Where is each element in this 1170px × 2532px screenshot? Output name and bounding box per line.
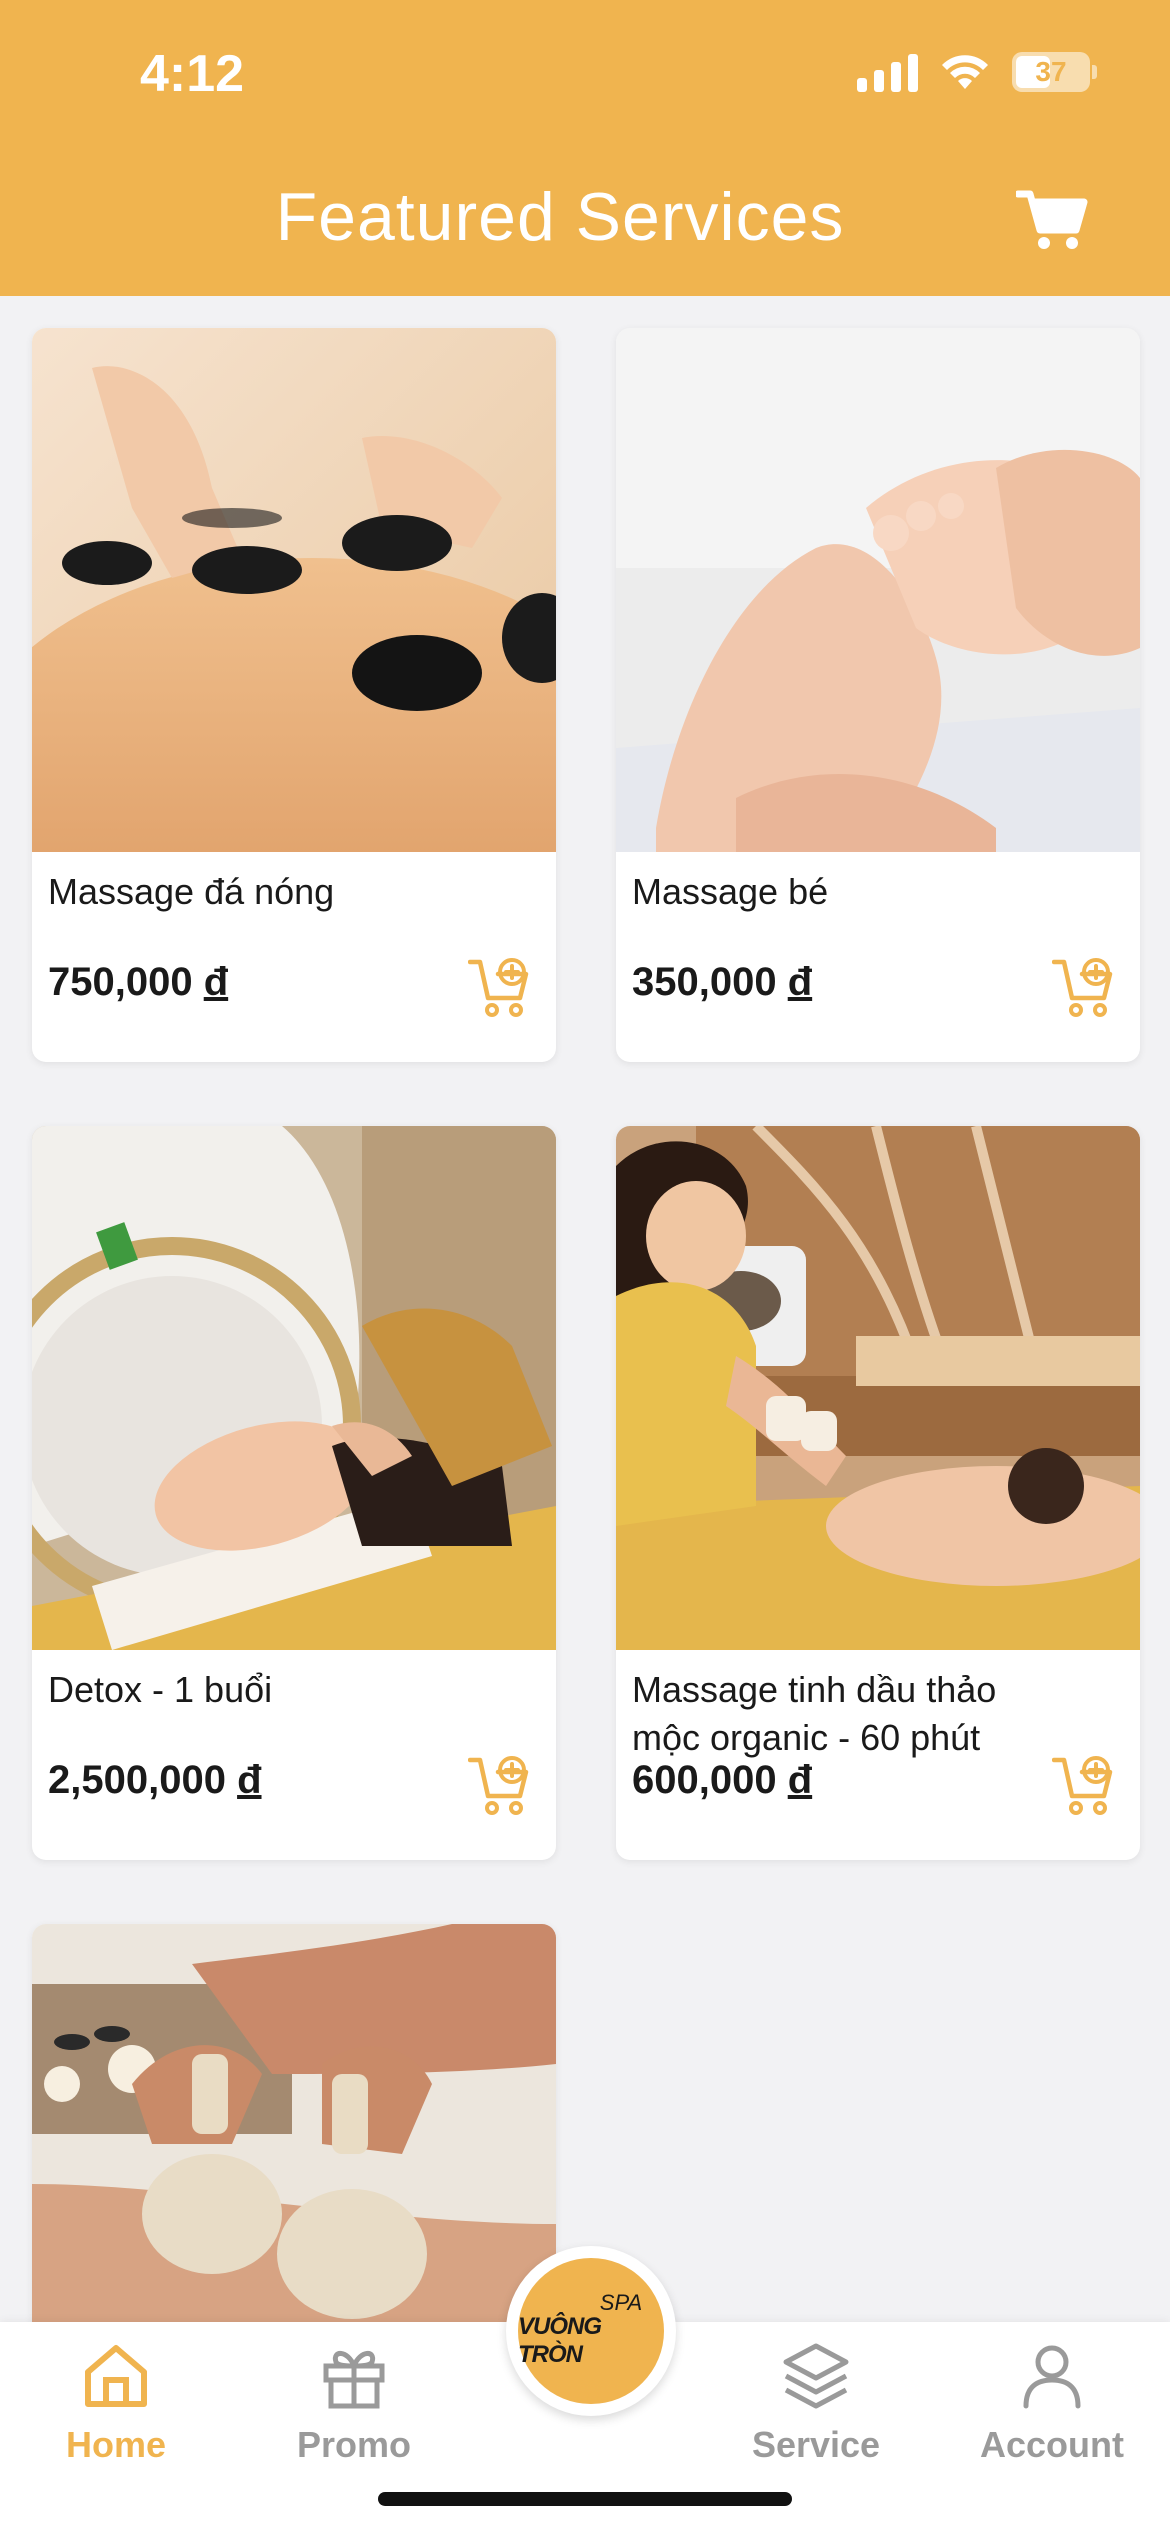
nav-label: Account: [980, 2424, 1124, 2465]
add-to-cart-icon[interactable]: [468, 956, 532, 1018]
page-title: Featured Services: [275, 179, 845, 255]
user-icon: [1023, 2345, 1081, 2409]
service-name: Massage đá nóng: [48, 871, 335, 912]
logo-brand-text: VUÔNG TRÒN: [518, 2313, 602, 2368]
nav-item-home[interactable]: Home: [16, 2322, 216, 2466]
layers-icon: [783, 2343, 849, 2409]
nav-label: Home: [65, 2424, 167, 2465]
service-card[interactable]: Detox - 1 buổi 2,500,000 đ: [32, 1126, 556, 1860]
service-card[interactable]: Massage đá nóng 750,000 đ: [32, 328, 556, 1062]
logo-spa-text: SPA: [599, 2290, 643, 2315]
add-to-cart-icon[interactable]: [1052, 1754, 1116, 1816]
service-name: Massage bé: [632, 871, 829, 912]
home-indicator: [378, 2492, 792, 2506]
nav-label: Service: [751, 2424, 881, 2465]
service-image-baby-massage: [616, 328, 1140, 852]
service-name: Detox - 1 buổi: [48, 1669, 273, 1710]
battery-icon: 37: [1012, 52, 1097, 92]
nav-label: Promo: [296, 2424, 411, 2465]
status-icons: 37: [857, 52, 1097, 92]
nav-item-service[interactable]: Service: [716, 2322, 916, 2466]
battery-level: 37: [1035, 56, 1067, 87]
cellular-signal-icon: [857, 52, 918, 92]
gift-icon: [323, 2351, 385, 2409]
nav-item-promo[interactable]: Promo: [254, 2322, 454, 2466]
cart-icon[interactable]: [1016, 188, 1088, 252]
status-time: 4:12: [140, 45, 245, 103]
service-price: 2,500,000 đ: [48, 1758, 262, 1802]
service-price: 350,000 đ: [632, 960, 813, 1004]
service-image-herbal-oil: [616, 1126, 1140, 1650]
app-header: 4:12 37 Featured Services: [0, 0, 1170, 296]
service-name: Massage tinh dầu thảo mộc organic - 60 p…: [632, 1669, 997, 1758]
spa-logo-button[interactable]: SPA VUÔNG TRÒN: [518, 2258, 664, 2404]
add-to-cart-icon[interactable]: [1052, 956, 1116, 1018]
wifi-icon: [942, 55, 988, 89]
service-image-hot-stone: [32, 328, 556, 852]
nav-item-account[interactable]: Account: [952, 2322, 1152, 2466]
service-price: 600,000 đ: [632, 1758, 813, 1802]
add-to-cart-icon[interactable]: [468, 1754, 532, 1816]
service-card[interactable]: Massage bé 350,000 đ: [616, 328, 1140, 1062]
service-image-detox: [32, 1126, 556, 1650]
home-icon: [85, 2345, 147, 2407]
service-price: 750,000 đ: [48, 960, 229, 1004]
service-card[interactable]: Massage tinh dầu thảo mộc organic - 60 p…: [616, 1126, 1140, 1860]
